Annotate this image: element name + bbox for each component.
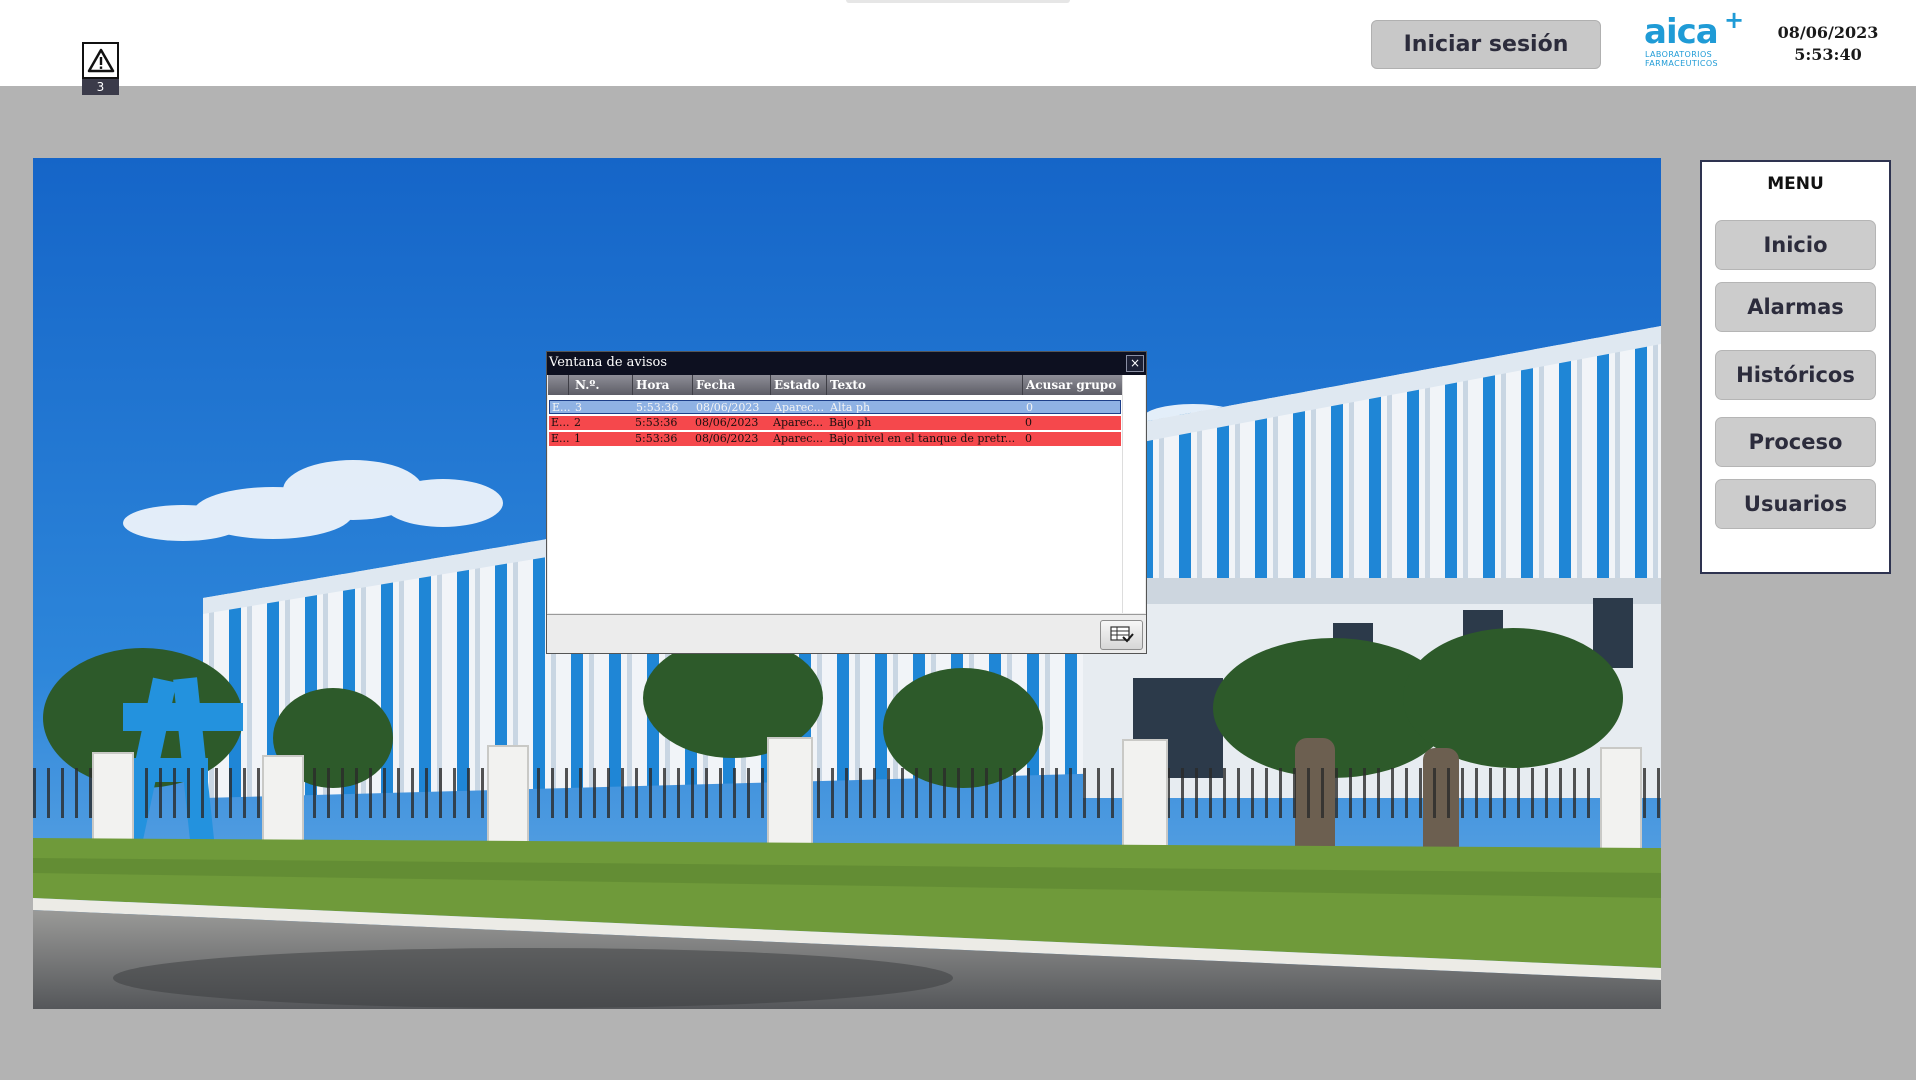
menu-title: MENU: [1767, 174, 1824, 194]
logo-subtitle: LABORATORIOS FARMACEUTICOS: [1645, 50, 1718, 68]
menu-button-usuarios[interactable]: Usuarios: [1715, 479, 1876, 529]
alarm-count-badge: 3: [82, 79, 119, 95]
alarm-row[interactable]: E... 2 5:53:36 08/06/2023 Aparec... Bajo…: [549, 416, 1121, 430]
top-header: 3 Iniciar sesión aica + LABORATORIOS FAR…: [0, 0, 1916, 95]
column-separator: [632, 375, 633, 395]
column-separator: [770, 375, 771, 395]
column-header-hora[interactable]: Hora: [636, 378, 669, 392]
alarm-list[interactable]: N.º. Hora Fecha Estado Texto Acusar grup…: [548, 375, 1145, 613]
logo-plus-icon: +: [1724, 6, 1745, 34]
menu-button-inicio[interactable]: Inicio: [1715, 220, 1876, 270]
alarm-cell-acusar-grupo: 0: [1025, 432, 1032, 445]
logo-subtitle-line1: LABORATORIOS: [1645, 50, 1713, 59]
logo-subtitle-line2: FARMACEUTICOS: [1645, 59, 1719, 68]
alarm-cell-texto: Bajo ph: [829, 416, 872, 429]
alarm-cell-hora: 5:53:36: [635, 432, 678, 445]
alarm-cell-estado: Aparec...: [774, 401, 824, 414]
company-logo: aica + LABORATORIOS FARMACEUTICOS: [1644, 6, 1750, 70]
top-notch: [846, 0, 1070, 3]
alarm-cell-estado: Aparec...: [773, 416, 823, 429]
column-header-estado[interactable]: Estado: [774, 378, 820, 392]
alarm-cell-numero: 2: [574, 416, 581, 429]
alarm-row[interactable]: E... 3 5:53:36 08/06/2023 Aparec... Alta…: [549, 400, 1121, 414]
alarm-cell-estado: Aparec...: [773, 432, 823, 445]
menu-panel: MENU Inicio Alarmas Históricos Proceso U…: [1700, 160, 1891, 574]
acknowledge-button[interactable]: [1100, 620, 1143, 650]
column-header-numero[interactable]: N.º.: [575, 378, 600, 392]
menu-button-alarmas[interactable]: Alarmas: [1715, 282, 1876, 332]
column-header-texto[interactable]: Texto: [830, 378, 866, 392]
alarm-window-title: Ventana de avisos: [549, 355, 668, 370]
alarm-cell-texto: Bajo nivel en el tanque de pretr...: [829, 432, 1016, 445]
time-text: 5:53:40: [1794, 45, 1862, 64]
alarm-cell-numero: 3: [575, 401, 582, 414]
alarm-cell-hora: 5:53:36: [635, 416, 678, 429]
alarm-row[interactable]: E... 1 5:53:36 08/06/2023 Aparec... Bajo…: [549, 432, 1121, 446]
alarm-cell-clase: E...: [551, 416, 570, 429]
close-button[interactable]: ×: [1126, 355, 1144, 372]
alarm-cell-hora: 5:53:36: [636, 401, 679, 414]
alarm-cell-fecha: 08/06/2023: [695, 416, 759, 429]
alarm-cell-fecha: 08/06/2023: [696, 401, 760, 414]
alarm-cell-acusar-grupo: 0: [1026, 401, 1033, 414]
alarm-cell-acusar-grupo: 0: [1025, 416, 1032, 429]
alarm-list-header: N.º. Hora Fecha Estado Texto Acusar grup…: [548, 375, 1122, 395]
alarm-indicator[interactable]: 3: [82, 42, 119, 95]
warning-triangle-icon: [82, 42, 119, 79]
alarm-window-toolbar: [547, 614, 1146, 653]
alarm-cell-texto: Alta ph: [830, 401, 871, 414]
column-header-fecha[interactable]: Fecha: [696, 378, 735, 392]
column-header-acusar-grupo[interactable]: Acusar grupo: [1026, 378, 1116, 392]
column-separator: [692, 375, 693, 395]
alarm-cell-clase: E...: [551, 432, 570, 445]
scrollbar[interactable]: [1122, 375, 1145, 613]
menu-button-proceso[interactable]: Proceso: [1715, 417, 1876, 467]
datetime-display: 08/06/2023 5:53:40: [1772, 22, 1884, 66]
menu-button-historicos[interactable]: Históricos: [1715, 350, 1876, 400]
login-button[interactable]: Iniciar sesión: [1371, 20, 1601, 69]
alarm-cell-clase: E...: [552, 401, 571, 414]
alarm-window-titlebar[interactable]: Ventana de avisos ×: [547, 352, 1146, 375]
alarm-window[interactable]: Ventana de avisos × N.º. Hora Fecha Esta…: [546, 351, 1147, 654]
logo-wordmark: aica: [1644, 12, 1719, 52]
column-separator: [568, 375, 569, 395]
acknowledge-list-icon: [1109, 626, 1134, 643]
alarm-cell-numero: 1: [574, 432, 581, 445]
column-separator: [826, 375, 827, 395]
column-separator: [1022, 375, 1023, 395]
alarm-cell-fecha: 08/06/2023: [695, 432, 759, 445]
date-text: 08/06/2023: [1777, 23, 1879, 42]
